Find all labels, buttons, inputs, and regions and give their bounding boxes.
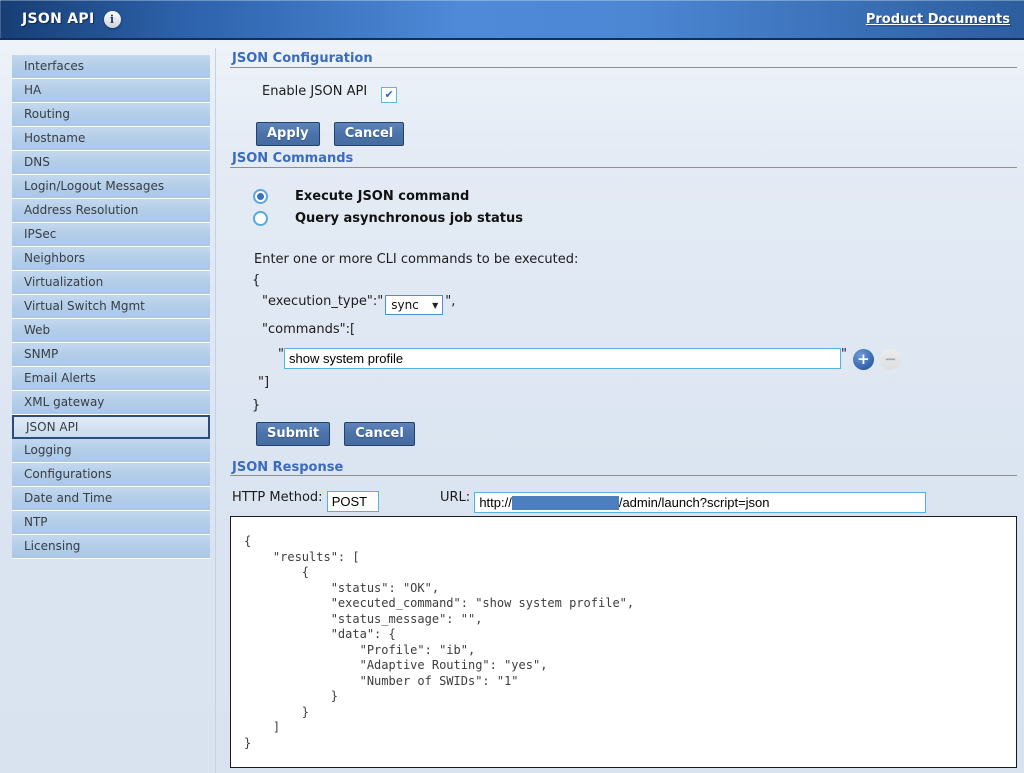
commands-array-open: "commands":[ [262, 322, 355, 337]
execution-type-suffix: ", [445, 294, 455, 309]
remove-command-button[interactable]: − [880, 349, 901, 370]
sidebar-item-snmp[interactable]: SNMP [12, 343, 210, 367]
submit-button[interactable]: Submit [256, 422, 330, 446]
config-buttons-row: Apply Cancel [256, 122, 413, 146]
sidebar-item-virtualization[interactable]: Virtualization [12, 271, 210, 295]
json-configuration-title: JSON Configuration [232, 51, 373, 66]
sidebar-item-json-api[interactable]: JSON API [12, 415, 210, 439]
execution-type-value: sync [391, 298, 419, 312]
sidebar-item-configurations[interactable]: Configurations [12, 463, 210, 487]
execution-type-select[interactable]: sync ▼ [385, 295, 443, 315]
sidebar-item-date-and-time[interactable]: Date and Time [12, 487, 210, 511]
json-close-brace: } [252, 398, 260, 413]
content-divider [215, 48, 216, 773]
sidebar-item-ntp[interactable]: NTP [12, 511, 210, 535]
sidebar-item-email-alerts[interactable]: Email Alerts [12, 367, 210, 391]
radio-dot [257, 193, 264, 200]
enable-json-api-checkbox[interactable]: ✔ [381, 87, 397, 103]
sidebar-item-neighbors[interactable]: Neighbors [12, 247, 210, 271]
http-method-label: HTTP Method: [232, 490, 323, 505]
url-suffix: /admin/launch?script=json [619, 495, 770, 510]
query-async-radio-label: Query asynchronous job status [295, 211, 523, 226]
commands-buttons-row: Submit Cancel [256, 422, 424, 446]
json-open-brace: { [252, 273, 260, 288]
url-prefix: http:// [479, 495, 512, 510]
sidebar-item-address-resolution[interactable]: Address Resolution [12, 199, 210, 223]
sidebar-item-xml-gateway[interactable]: XML gateway [12, 391, 210, 415]
chevron-down-icon: ▼ [432, 301, 438, 310]
add-command-button[interactable]: + [853, 349, 874, 370]
json-response-body: { "results": [ { "status": "OK", "execut… [244, 534, 1016, 751]
header-title-group: JSON API i [22, 11, 121, 28]
sidebar-item-interfaces[interactable]: Interfaces [12, 55, 210, 79]
sidebar-item-ha[interactable]: HA [12, 79, 210, 103]
query-async-radio[interactable] [253, 211, 268, 226]
execute-json-radio-label: Execute JSON command [295, 189, 469, 204]
section-divider [230, 167, 1017, 168]
url-redaction-block [512, 496, 619, 510]
execute-json-radio-row: Execute JSON command [253, 186, 469, 205]
cli-prompt-label: Enter one or more CLI commands to be exe… [254, 252, 578, 267]
product-documents-link[interactable]: Product Documents [866, 12, 1010, 27]
header: JSON API i Product Documents [0, 0, 1024, 40]
execution-type-prefix: "execution_type":" [262, 294, 383, 309]
sidebar-item-web[interactable]: Web [12, 319, 210, 343]
page-title: JSON API [22, 11, 95, 27]
http-method-input[interactable] [327, 491, 379, 512]
http-method-row: HTTP Method: [232, 490, 379, 512]
json-response-box[interactable]: { "results": [ { "status": "OK", "execut… [230, 516, 1017, 768]
enable-json-api-label: Enable JSON API [262, 84, 367, 99]
sidebar-item-ipsec[interactable]: IPSec [12, 223, 210, 247]
command-input[interactable] [284, 348, 841, 369]
execution-type-row: "execution_type":" sync ▼ ", [262, 294, 455, 315]
check-icon: ✔ [382, 88, 396, 102]
sidebar: Interfaces HA Routing Hostname DNS Login… [12, 55, 210, 559]
command-input-row: ""+− [278, 347, 901, 370]
commands-array-close: "] [258, 375, 269, 390]
sidebar-item-logging[interactable]: Logging [12, 439, 210, 463]
sidebar-item-virtual-switch-mgmt[interactable]: Virtual Switch Mgmt [12, 295, 210, 319]
execute-json-radio[interactable] [253, 189, 268, 204]
commands-cancel-button[interactable]: Cancel [344, 422, 415, 446]
info-icon[interactable]: i [104, 11, 121, 28]
url-row: URL: http:// /admin/launch?script=json [440, 490, 926, 513]
sidebar-item-dns[interactable]: DNS [12, 151, 210, 175]
sidebar-item-login-logout-messages[interactable]: Login/Logout Messages [12, 175, 210, 199]
section-divider [230, 67, 1017, 68]
apply-button[interactable]: Apply [256, 122, 320, 146]
json-commands-title: JSON Commands [232, 151, 353, 166]
json-response-title: JSON Response [232, 460, 343, 475]
url-input[interactable]: http:// /admin/launch?script=json [474, 492, 926, 513]
section-divider [230, 475, 1017, 476]
sidebar-item-hostname[interactable]: Hostname [12, 127, 210, 151]
query-async-radio-row: Query asynchronous job status [253, 208, 523, 227]
sidebar-item-licensing[interactable]: Licensing [12, 535, 210, 559]
url-label: URL: [440, 490, 470, 505]
config-cancel-button[interactable]: Cancel [334, 122, 405, 146]
sidebar-item-routing[interactable]: Routing [12, 103, 210, 127]
enable-json-api-row: Enable JSON API ✔ [262, 80, 397, 103]
command-quote-close: " [841, 347, 847, 362]
